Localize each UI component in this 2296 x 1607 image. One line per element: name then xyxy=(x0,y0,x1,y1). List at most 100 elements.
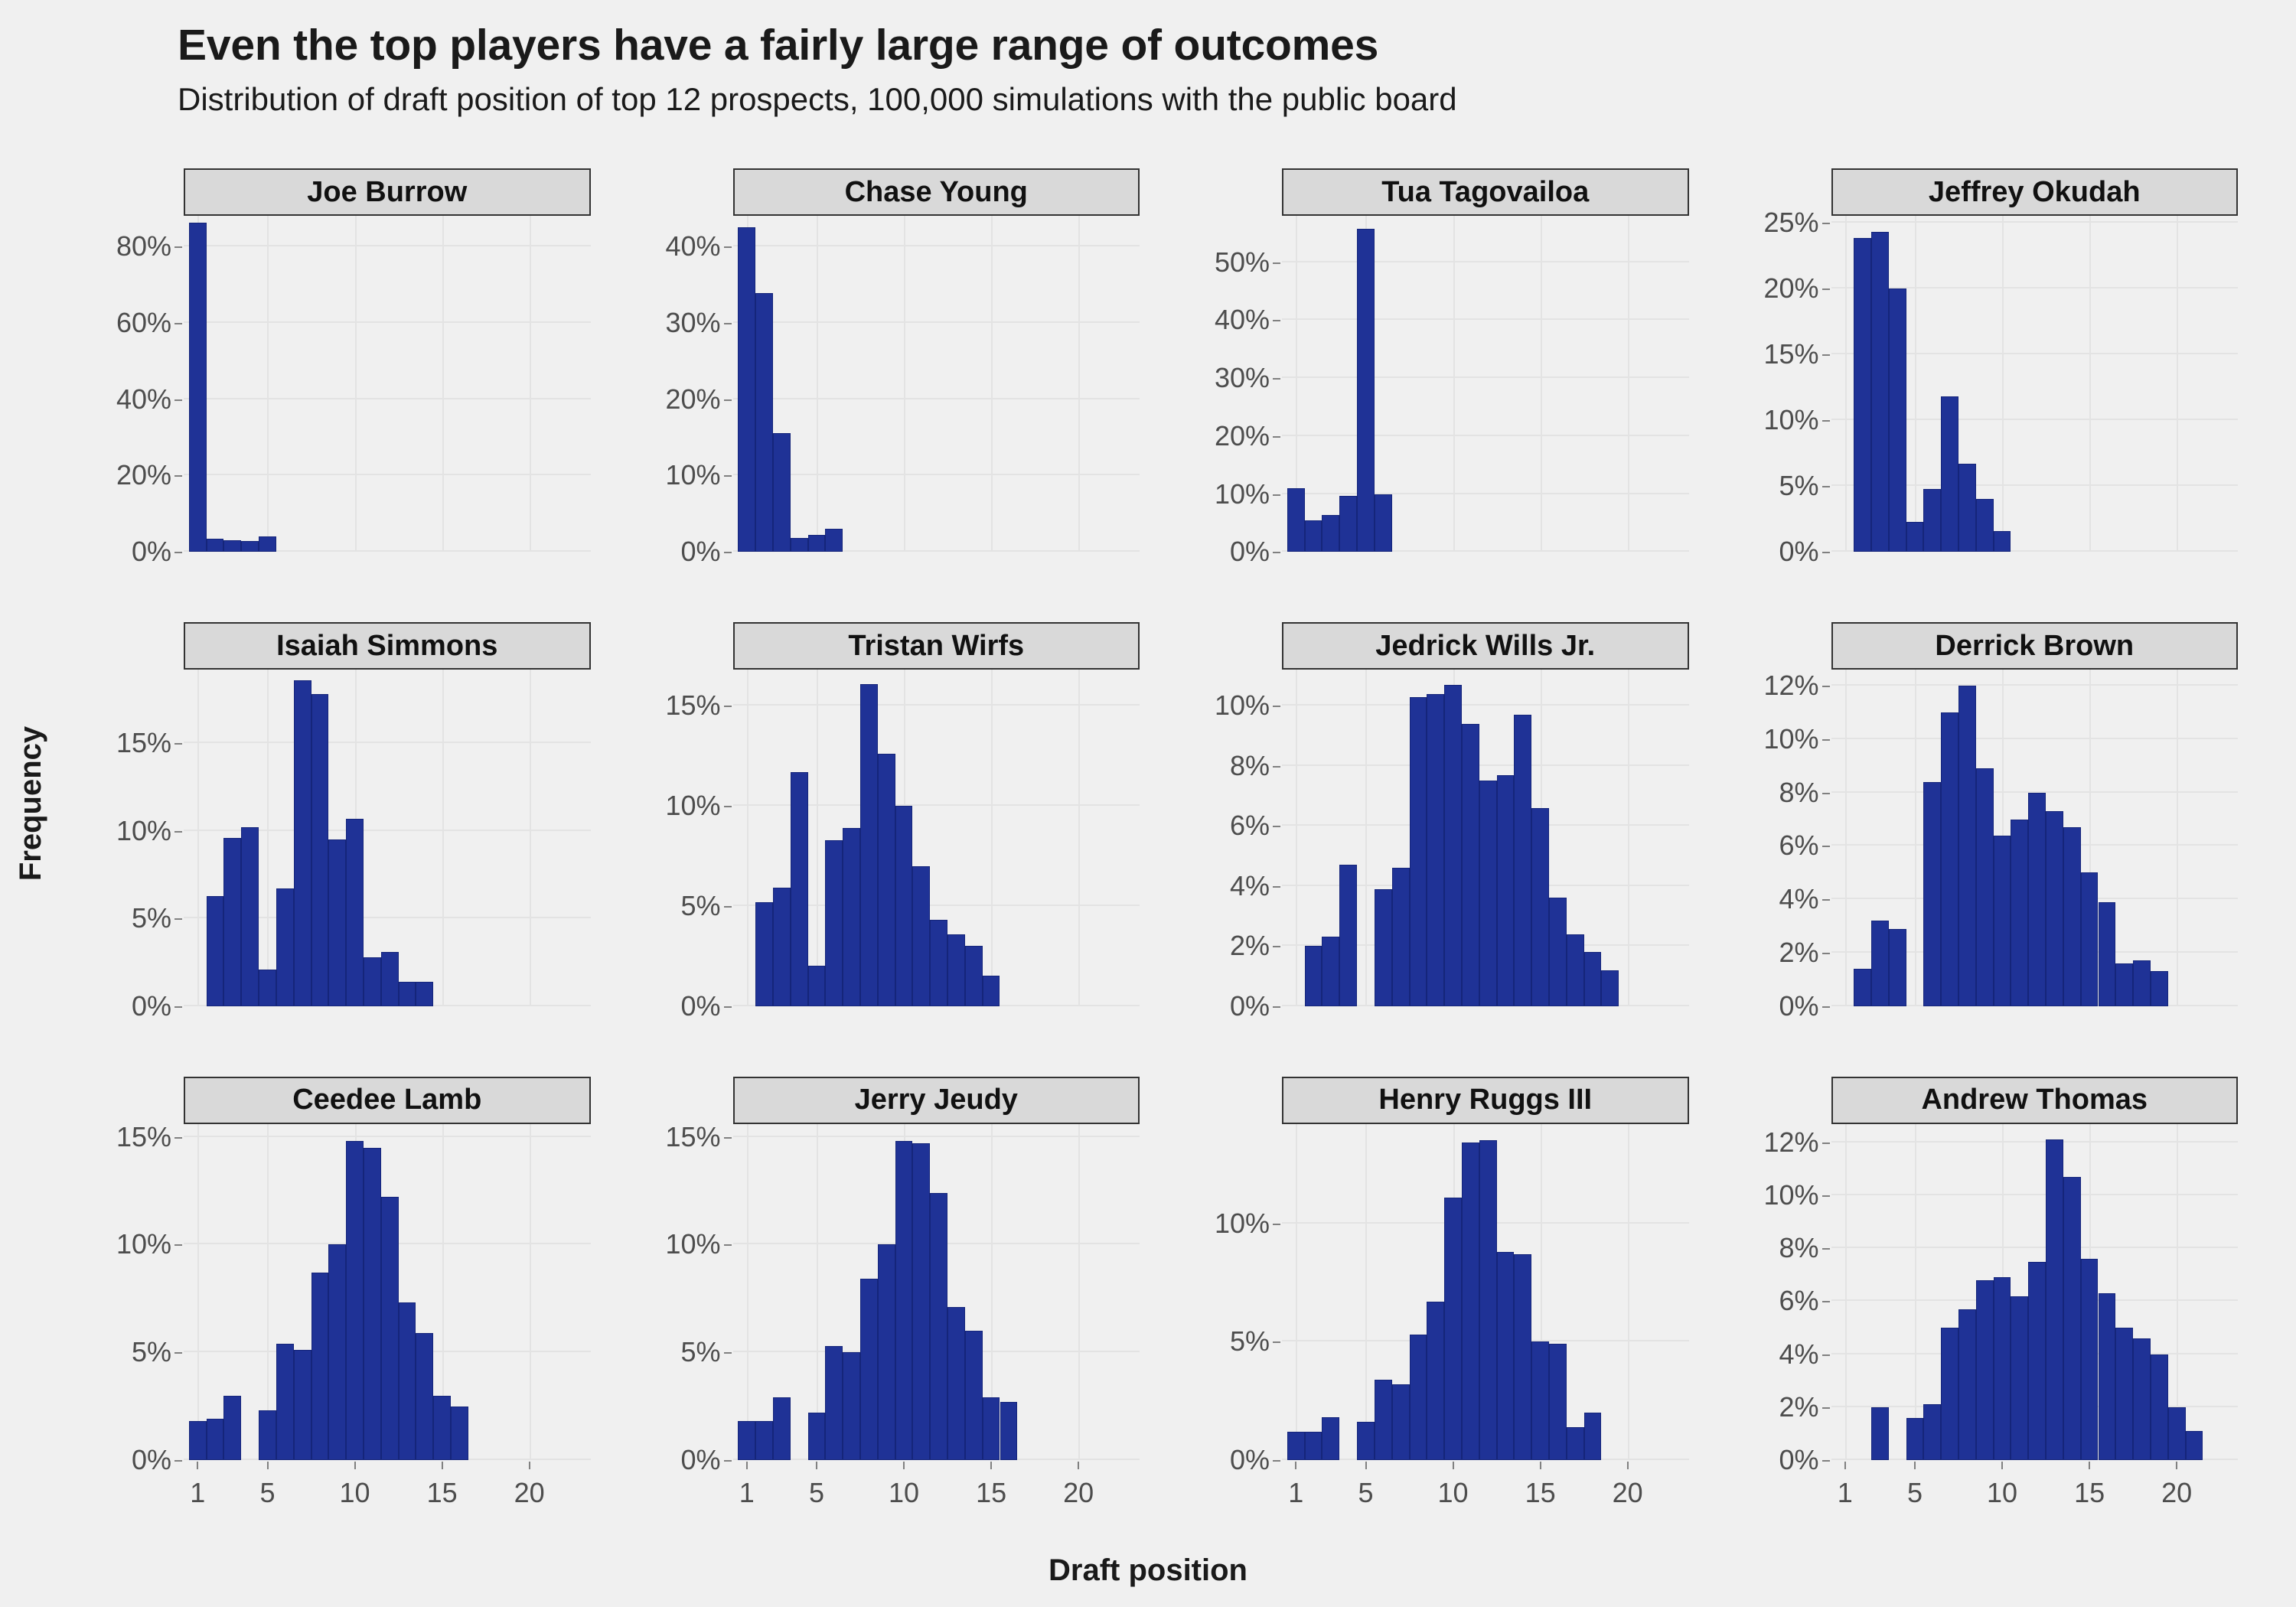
histogram-bar xyxy=(206,1419,224,1460)
histogram-bar xyxy=(1287,1431,1305,1460)
histogram-bar xyxy=(1496,774,1515,1006)
histogram-bar xyxy=(930,920,948,1006)
y-axis: 0% 10% 20% 30% 40% xyxy=(617,216,733,567)
y-axis: 0% 5% 10% 15% xyxy=(617,1121,733,1475)
y-tick-label: 15% xyxy=(1763,337,1830,370)
histogram-bar xyxy=(328,839,347,1006)
histogram-bar xyxy=(982,1397,1000,1460)
y-tick-label: 0% xyxy=(680,989,732,1022)
histogram-bar xyxy=(259,1410,276,1460)
histogram-bar xyxy=(807,535,826,553)
gridline-vertical xyxy=(746,1123,748,1460)
histogram-bar xyxy=(895,806,913,1006)
histogram-bar xyxy=(1583,952,1602,1006)
histogram-bar xyxy=(1514,1253,1532,1460)
y-tick-label: 8% xyxy=(1229,749,1281,781)
histogram-bar xyxy=(1854,238,1871,553)
histogram-bar xyxy=(380,951,399,1006)
facet-panel: Jedrick Wills Jr. 0% 2% 4% 6% 8% 10% 15101520 xyxy=(1166,622,1715,1076)
histogram-bar xyxy=(772,888,791,1006)
title-block: Even the top players have a fairly large… xyxy=(178,22,2244,118)
panel-body: 0% 2% 4% 6% 8% 10% 12% xyxy=(1715,1123,2249,1475)
histogram-bar xyxy=(2150,1354,2168,1460)
histogram-bar xyxy=(1531,1341,1549,1460)
gridline-vertical xyxy=(2177,216,2179,553)
x-tick-label: 20 xyxy=(2161,1476,2193,1508)
facet-panel: Henry Ruggs III 0% 5% 10% 1 5 10 15 20 xyxy=(1166,1076,1715,1530)
histogram-bar xyxy=(1854,968,1871,1006)
panel-body: 0% 5% 10% xyxy=(1166,1123,1700,1475)
x-tick-label: 5 xyxy=(1906,1476,1923,1508)
histogram-bar xyxy=(790,771,808,1006)
histogram-bar xyxy=(1339,865,1358,1006)
y-tick-label: 10% xyxy=(665,790,732,822)
histogram-bar xyxy=(1566,934,1584,1006)
y-tick-label: 20% xyxy=(116,459,183,491)
histogram-bar xyxy=(1339,495,1358,553)
histogram-bar xyxy=(843,827,860,1006)
gridline-vertical xyxy=(1844,1123,1847,1460)
y-tick-label: 2% xyxy=(1779,1390,1830,1423)
y-tick-label: 20% xyxy=(1214,419,1281,451)
histogram-bar xyxy=(772,432,791,553)
y-tick-label: 4% xyxy=(1229,869,1281,901)
panel-strip: Jedrick Wills Jr. xyxy=(1282,622,1689,670)
plot-area xyxy=(1282,670,1689,1006)
histogram-bar xyxy=(2167,1407,2186,1460)
histogram-bar xyxy=(1888,928,1906,1006)
histogram-bar xyxy=(2185,1430,2203,1460)
panel-body: 0% 5% 10% 15% xyxy=(617,670,1151,1022)
facet-panel: Derrick Brown 0% 2% 4% 6% 8% 10% 12% 15101520 xyxy=(1715,622,2265,1076)
histogram-bar xyxy=(2063,1176,2081,1460)
x-tick-label: 10 xyxy=(339,1476,370,1508)
histogram-bar xyxy=(1958,1309,1976,1460)
y-tick-label: 0% xyxy=(131,536,183,568)
histogram-bar xyxy=(2150,971,2168,1006)
histogram-bar xyxy=(912,1143,931,1460)
histogram-bar xyxy=(241,827,259,1006)
histogram-bar xyxy=(790,538,808,553)
gridline-vertical xyxy=(1296,1123,1298,1460)
y-axis-title: Frequency xyxy=(13,725,47,882)
gridline-vertical xyxy=(816,670,818,1006)
y-tick-label: 2% xyxy=(1229,930,1281,962)
histogram-bar xyxy=(1941,712,1958,1006)
chart-subtitle: Distribution of draft position of top 12… xyxy=(178,80,1457,117)
panel-body: 0% 5% 10% 15% xyxy=(67,1121,602,1475)
histogram-bar xyxy=(2115,1328,2134,1460)
panel-body: 0% 5% 10% 15% xyxy=(67,670,602,1022)
histogram-bar xyxy=(807,1413,826,1460)
y-tick-label: 15% xyxy=(116,727,183,759)
y-axis: 0% 5% 10% xyxy=(1166,1124,1282,1475)
histogram-bar xyxy=(1870,921,1889,1006)
histogram-bar xyxy=(206,539,224,553)
y-tick-label: 5% xyxy=(680,889,732,921)
x-tick-label: 10 xyxy=(889,1476,920,1508)
histogram-bar xyxy=(1975,499,1994,553)
histogram-bar xyxy=(1531,807,1549,1006)
plot-area xyxy=(732,1123,1140,1460)
facet-panel: Jeffrey Okudah 0% 5% 10% 15% 20% 25% 15101520 xyxy=(1715,168,2265,622)
histogram-bar xyxy=(1479,1140,1497,1460)
histogram-bar xyxy=(293,1350,311,1460)
y-tick-label: 50% xyxy=(1214,246,1281,278)
panel-strip: Joe Burrow xyxy=(184,168,591,216)
gridline-vertical xyxy=(1365,1123,1368,1460)
histogram-bar xyxy=(1975,1279,1994,1460)
y-tick-label: 10% xyxy=(665,1228,732,1260)
facet-panel: Ceedee Lamb 0% 5% 10% 15% 1 5 10 15 20 xyxy=(67,1076,617,1530)
gridline-vertical xyxy=(1365,670,1368,1006)
y-tick-label: 8% xyxy=(1779,1232,1830,1264)
histogram-bar xyxy=(2063,827,2081,1006)
y-tick-label: 10% xyxy=(1763,1179,1830,1211)
gridline-vertical xyxy=(1078,670,1081,1006)
histogram-bar xyxy=(1461,723,1479,1006)
x-axis: 15101520 xyxy=(733,1006,1140,1077)
panel-body: 0% 2% 4% 6% 8% 10% xyxy=(1166,670,1700,1022)
histogram-bar xyxy=(1958,463,1976,553)
gridline-vertical xyxy=(1627,216,1629,553)
y-tick-label: 0% xyxy=(1779,989,1830,1022)
x-axis: 15101520 xyxy=(1282,552,1689,622)
histogram-bar xyxy=(738,1421,756,1460)
histogram-bar xyxy=(1479,781,1497,1006)
